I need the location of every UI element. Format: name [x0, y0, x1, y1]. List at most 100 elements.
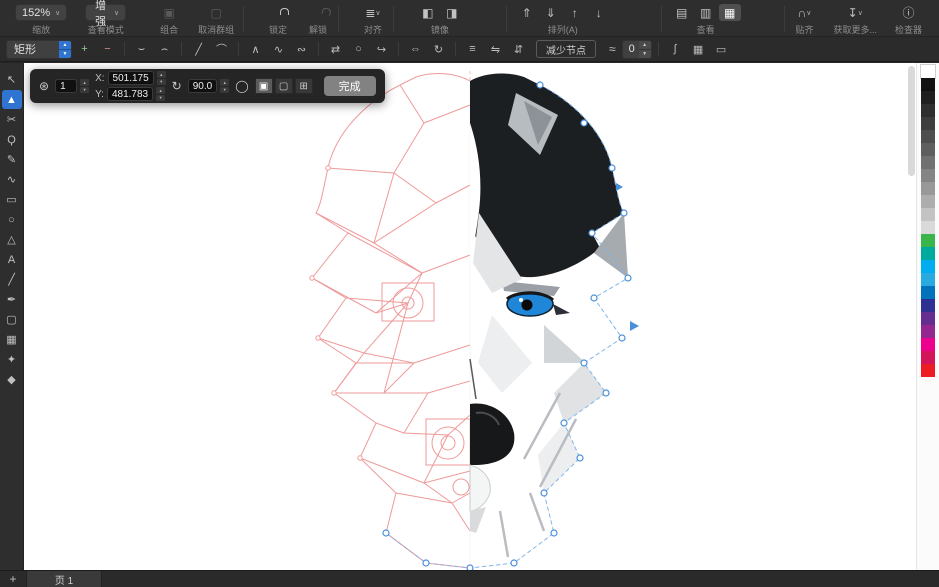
color-swatch[interactable]: [921, 286, 935, 299]
delete-node-button[interactable]: −: [97, 40, 118, 58]
reduce-nodes-button[interactable]: 减少节点: [536, 40, 596, 58]
eyedropper-tool[interactable]: ✦: [2, 350, 22, 369]
grid-mode-toggle[interactable]: ⊞: [295, 78, 313, 94]
backward-one-button[interactable]: ↓: [588, 4, 610, 21]
lock-button[interactable]: [267, 4, 289, 21]
preset-stepper[interactable]: ▲▼: [59, 41, 71, 58]
drawing-canvas[interactable]: ⊛ 1 ▲▼ X: 501.175 ▲▼ Y: 481.783 ▲▼ ↻ 90.…: [24, 63, 916, 570]
cusp-node-button[interactable]: ∧: [245, 40, 266, 58]
color-swatch[interactable]: [921, 130, 935, 143]
color-swatch[interactable]: [921, 104, 935, 117]
page-tab[interactable]: 页 1: [26, 571, 102, 587]
x-field[interactable]: 501.175: [108, 71, 154, 85]
color-swatch[interactable]: [921, 195, 935, 208]
copies-field[interactable]: 1: [55, 79, 77, 93]
color-swatch[interactable]: [921, 65, 935, 78]
show-outline-toggle[interactable]: ▢: [275, 78, 293, 94]
vertical-scrollbar[interactable]: [908, 66, 915, 176]
reflect-nodes-v-button[interactable]: ⇵: [508, 40, 529, 58]
angle-field[interactable]: 90.0: [188, 79, 217, 93]
add-page-button[interactable]: +: [0, 571, 26, 587]
color-swatch[interactable]: [921, 169, 935, 182]
color-swatch[interactable]: [921, 312, 935, 325]
combine-button[interactable]: ▣: [158, 4, 180, 21]
forward-one-button[interactable]: ↑: [564, 4, 586, 21]
x-stepper[interactable]: ▲▼: [157, 71, 166, 85]
pick-tool[interactable]: ↖: [2, 70, 22, 89]
color-swatch[interactable]: [921, 338, 935, 351]
get-more-button[interactable]: ↧ ∨: [844, 4, 866, 21]
align-button[interactable]: ≣ ∨: [362, 4, 384, 21]
to-back-button[interactable]: ⇓: [540, 4, 562, 21]
smooth-node-button[interactable]: ∿: [268, 40, 289, 58]
mirror-vertical-button[interactable]: ◨: [441, 4, 463, 21]
rectangle-tool[interactable]: ▭: [2, 190, 22, 209]
line-tool[interactable]: ╱: [2, 270, 22, 289]
convert-to-line-button[interactable]: ╱: [188, 40, 209, 58]
fill-tool[interactable]: ◆: [2, 370, 22, 389]
graph-paper-tool[interactable]: ▦: [2, 330, 22, 349]
preset-dropdown[interactable]: 矩形 ▲▼: [6, 40, 72, 59]
smoothness-field[interactable]: 0 ▲▼: [622, 40, 652, 59]
color-swatch[interactable]: [921, 299, 935, 312]
snap-handles-toggle[interactable]: ▣: [255, 78, 273, 94]
zoom-tool[interactable]: Ϙ: [2, 130, 22, 149]
color-swatch[interactable]: [921, 91, 935, 104]
freehand-tool[interactable]: ✎: [2, 150, 22, 169]
unlock-button[interactable]: [307, 4, 329, 21]
snap-button[interactable]: ∩ ∨: [794, 4, 816, 21]
color-swatch[interactable]: [921, 208, 935, 221]
mirror-horizontal-button[interactable]: ◧: [417, 4, 439, 21]
align-nodes-button[interactable]: ≡: [462, 40, 483, 58]
symmetric-node-button[interactable]: ∾: [291, 40, 312, 58]
color-swatch[interactable]: [921, 182, 935, 195]
bounding-box-button[interactable]: ▭: [711, 40, 732, 58]
reverse-direction-button[interactable]: ⇄: [325, 40, 346, 58]
y-stepper[interactable]: ▲▼: [156, 87, 165, 101]
color-swatch[interactable]: [921, 273, 935, 286]
join-nodes-button[interactable]: ⌣: [131, 40, 152, 58]
crop-tool[interactable]: ✂: [2, 110, 22, 129]
color-swatch[interactable]: [921, 117, 935, 130]
reflect-nodes-h-button[interactable]: ⇋: [485, 40, 506, 58]
extract-subpath-button[interactable]: ↪: [371, 40, 392, 58]
color-swatch[interactable]: [921, 247, 935, 260]
select-all-nodes-button[interactable]: ▦: [688, 40, 709, 58]
convert-to-curve-button[interactable]: ⌒: [211, 40, 232, 58]
color-swatch[interactable]: [921, 78, 935, 91]
to-front-button[interactable]: ⇑: [516, 4, 538, 21]
color-swatch[interactable]: [921, 351, 935, 364]
view-single-page-button[interactable]: ▤: [671, 4, 693, 21]
angle-stepper[interactable]: ▲▼: [220, 79, 229, 93]
polygon-tool[interactable]: △: [2, 230, 22, 249]
ellipse-tool[interactable]: ○: [2, 210, 22, 229]
add-node-button[interactable]: +: [74, 40, 95, 58]
color-swatch[interactable]: [921, 143, 935, 156]
elastic-mode-button[interactable]: ∫: [665, 40, 686, 58]
color-swatch[interactable]: [921, 260, 935, 273]
view-mode-dropdown[interactable]: 增强 ∨: [85, 4, 126, 21]
close-curve-button[interactable]: ○: [348, 40, 369, 58]
bezier-tool[interactable]: ∿: [2, 170, 22, 189]
smoothness-stepper[interactable]: ▲▼: [639, 41, 651, 58]
color-swatch[interactable]: [921, 325, 935, 338]
color-swatch[interactable]: [921, 234, 935, 247]
view-facing-pages-button[interactable]: ▥: [695, 4, 717, 21]
y-field[interactable]: 481.783: [107, 87, 153, 101]
text-tool[interactable]: A: [2, 250, 22, 269]
inspector-button[interactable]: ⓘ: [898, 4, 920, 21]
shape-tool[interactable]: ▲: [2, 90, 22, 109]
zoom-dropdown[interactable]: 152% ∨: [15, 4, 67, 21]
pen-tool[interactable]: ✒: [2, 290, 22, 309]
ungroup-button[interactable]: ▢: [205, 4, 227, 21]
stretch-nodes-button[interactable]: ⇔: [405, 40, 426, 58]
rotate-nodes-button[interactable]: ↻: [428, 40, 449, 58]
artistic-media-tool[interactable]: ▢: [2, 310, 22, 329]
color-swatch[interactable]: [921, 156, 935, 169]
color-swatch[interactable]: [921, 221, 935, 234]
view-grid-button[interactable]: ▦: [719, 4, 741, 21]
break-curve-button[interactable]: ⌢: [154, 40, 175, 58]
copies-stepper[interactable]: ▲▼: [80, 79, 89, 93]
done-button[interactable]: 完成: [324, 76, 376, 96]
color-swatch[interactable]: [921, 364, 935, 377]
